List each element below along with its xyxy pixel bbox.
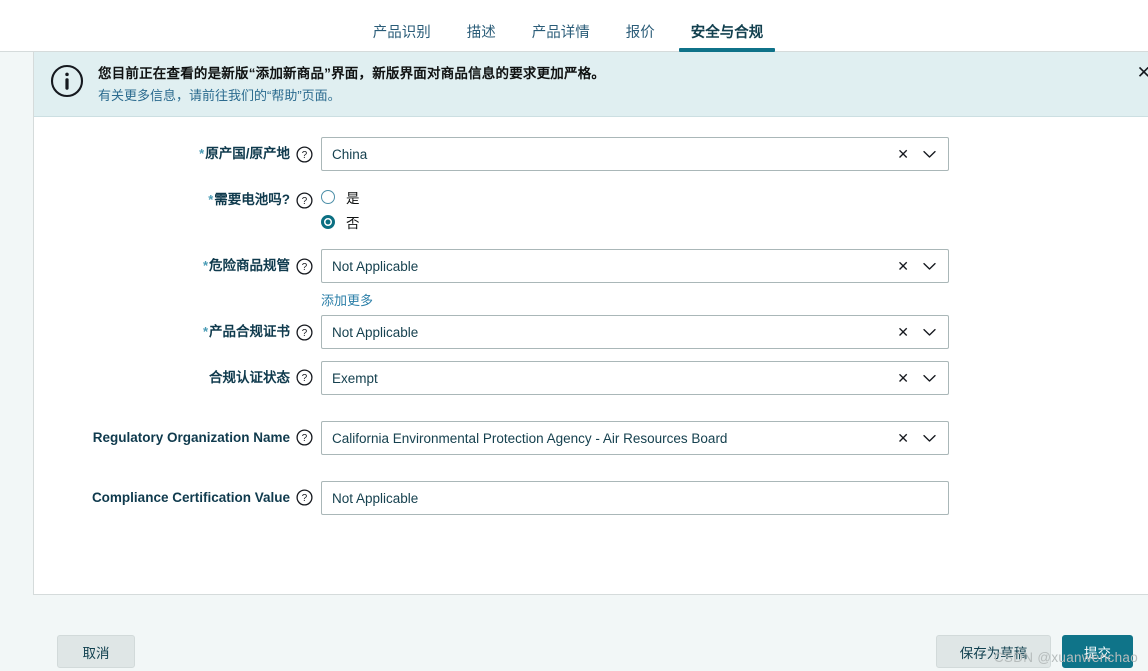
label-text: Regulatory Organization Name	[92, 430, 290, 446]
question-mark-icon[interactable]: ?	[296, 429, 313, 446]
required-marker: *	[208, 192, 214, 208]
label-product-compliance-certificate: *产品合规证书 ?	[34, 315, 321, 341]
info-icon	[50, 64, 84, 98]
radio-label: 是	[346, 191, 360, 207]
label-compliance-certification-status: 合规认证状态 ?	[34, 361, 321, 387]
svg-text:?: ?	[302, 196, 308, 207]
safety-compliance-form: *原产国/原产地 ? China ✕ *需要电池吗? ? 是 否 *危险商品规管…	[34, 117, 1148, 594]
label-country-of-origin: *原产国/原产地 ?	[34, 137, 321, 163]
label-compliance-certification-value: Compliance Certification Value ?	[34, 481, 321, 507]
radio-group-batteries-required: 是 否	[321, 183, 949, 232]
question-mark-icon[interactable]: ?	[296, 191, 313, 209]
question-mark-icon[interactable]: ?	[296, 489, 313, 506]
label-text: 产品合规证书	[209, 324, 290, 340]
label-batteries-required: *需要电池吗? ?	[34, 183, 321, 209]
required-marker: *	[202, 324, 208, 340]
tab-bar: 产品识别 描述 产品详情 报价 安全与合规	[0, 0, 1148, 52]
radio-label: 否	[346, 216, 360, 232]
info-banner-help-link[interactable]: 有关更多信息，请前往我们的“帮助”页面。	[98, 86, 605, 106]
field-row-batteries-required: *需要电池吗? ? 是 否	[34, 183, 1148, 237]
tab-product-details[interactable]: 产品详情	[514, 25, 608, 52]
input-product-compliance-certificate: Not Applicable ✕	[321, 315, 949, 350]
left-gutter	[0, 52, 33, 671]
clear-icon[interactable]: ✕	[897, 147, 909, 161]
field-row-dangerous-goods-regulations: *危险商品规管 ? Not Applicable ✕ 添加更多	[34, 249, 1148, 309]
radio-option-no[interactable]: 否	[321, 212, 949, 232]
input-dangerous-goods-regulations: Not Applicable ✕ 添加更多	[321, 249, 949, 309]
label-text: 合规认证状态	[209, 370, 290, 386]
question-mark-icon[interactable]: ?	[296, 323, 313, 341]
input-compliance-certification-status: Exempt ✕	[321, 361, 949, 396]
question-mark-icon[interactable]: ?	[296, 257, 313, 275]
select-value: Not Applicable	[332, 324, 419, 340]
select-regulatory-organization-name[interactable]: California Environmental Protection Agen…	[321, 421, 949, 456]
chevron-down-icon[interactable]	[923, 150, 936, 159]
label-dangerous-goods-regulations: *危险商品规管 ?	[34, 249, 321, 275]
select-value: China	[332, 146, 368, 162]
info-banner-text: 您目前正在查看的是新版“添加新商品”界面，新版界面对商品信息的要求更加严格。 有…	[98, 63, 605, 105]
chevron-down-icon[interactable]	[923, 374, 936, 383]
radio-option-yes[interactable]: 是	[321, 187, 949, 207]
select-product-compliance-certificate[interactable]: Not Applicable ✕	[321, 315, 949, 350]
clear-icon[interactable]: ✕	[897, 371, 909, 385]
field-row-country-of-origin: *原产国/原产地 ? China ✕	[34, 137, 1148, 172]
action-footer: 取消 保存为草稿 提交 CSDN @xuanwenchao	[0, 595, 1148, 671]
label-text: 危险商品规管	[209, 258, 290, 274]
svg-text:?: ?	[302, 494, 308, 505]
info-banner-headline: 您目前正在查看的是新版“添加新商品”界面，新版界面对商品信息的要求更加严格。	[98, 66, 606, 81]
chevron-down-icon[interactable]	[923, 328, 936, 337]
svg-text:?: ?	[302, 262, 308, 273]
select-country-of-origin[interactable]: China ✕	[321, 137, 949, 172]
required-marker: *	[202, 258, 208, 274]
page-root: 产品识别 描述 产品详情 报价 安全与合规 您目前正在查看的是新版“添加新商品”…	[0, 0, 1148, 671]
svg-text:?: ?	[302, 434, 308, 445]
form-card: 您目前正在查看的是新版“添加新商品”界面，新版界面对商品信息的要求更加严格。 有…	[33, 52, 1148, 595]
chevron-down-icon[interactable]	[923, 434, 936, 443]
close-icon[interactable]: ✕	[1137, 64, 1148, 81]
select-compliance-certification-status[interactable]: Exempt ✕	[321, 361, 949, 396]
tab-description[interactable]: 描述	[449, 25, 514, 52]
clear-icon[interactable]: ✕	[897, 431, 909, 445]
tab-list: 产品识别 描述 产品详情 报价 安全与合规	[355, 25, 782, 52]
field-row-compliance-certification-status: 合规认证状态 ? Exempt ✕	[34, 361, 1148, 396]
text-field-compliance-certification-value[interactable]: Not Applicable	[321, 481, 949, 516]
svg-text:?: ?	[302, 150, 308, 161]
question-mark-icon[interactable]: ?	[296, 369, 313, 386]
info-banner: 您目前正在查看的是新版“添加新商品”界面，新版界面对商品信息的要求更加严格。 有…	[34, 52, 1148, 118]
select-value: California Environmental Protection Agen…	[332, 430, 728, 446]
svg-text:?: ?	[302, 328, 308, 339]
watermark: CSDN @xuanwenchao	[993, 650, 1138, 665]
required-marker: *	[199, 146, 205, 162]
label-text: Compliance Certification Value	[91, 490, 290, 506]
select-dangerous-goods-regulations[interactable]: Not Applicable ✕	[321, 249, 949, 284]
clear-icon[interactable]: ✕	[897, 259, 909, 273]
question-mark-icon[interactable]: ?	[296, 145, 313, 163]
svg-text:?: ?	[302, 374, 308, 385]
select-value: Not Applicable	[332, 258, 419, 274]
radio-icon-checked[interactable]	[321, 215, 335, 230]
field-row-regulatory-organization-name: Regulatory Organization Name ? Californi…	[34, 421, 1148, 456]
input-regulatory-organization-name: California Environmental Protection Agen…	[321, 421, 949, 456]
tab-product-identity[interactable]: 产品识别	[355, 25, 449, 52]
add-more-link[interactable]: 添加更多	[321, 290, 373, 309]
input-country-of-origin: China ✕	[321, 137, 949, 172]
content-region: 您目前正在查看的是新版“添加新商品”界面，新版界面对商品信息的要求更加严格。 有…	[0, 52, 1148, 671]
field-row-compliance-certification-value: Compliance Certification Value ? Not App…	[34, 481, 1148, 516]
field-row-product-compliance-certificate: *产品合规证书 ? Not Applicable ✕	[34, 315, 1148, 350]
tab-offer[interactable]: 报价	[608, 25, 673, 52]
radio-icon-unchecked[interactable]	[321, 190, 335, 205]
chevron-down-icon[interactable]	[923, 262, 936, 271]
clear-icon[interactable]: ✕	[897, 325, 909, 339]
label-regulatory-organization-name: Regulatory Organization Name ?	[34, 421, 321, 447]
select-value: Exempt	[332, 370, 378, 386]
cancel-button[interactable]: 取消	[57, 635, 135, 668]
input-compliance-certification-value: Not Applicable	[321, 481, 949, 516]
label-text: 需要电池吗?	[214, 192, 290, 208]
tab-safety-compliance[interactable]: 安全与合规	[673, 25, 782, 52]
input-batteries-required: 是 否	[321, 183, 949, 237]
label-text: 原产国/原产地	[205, 146, 290, 162]
